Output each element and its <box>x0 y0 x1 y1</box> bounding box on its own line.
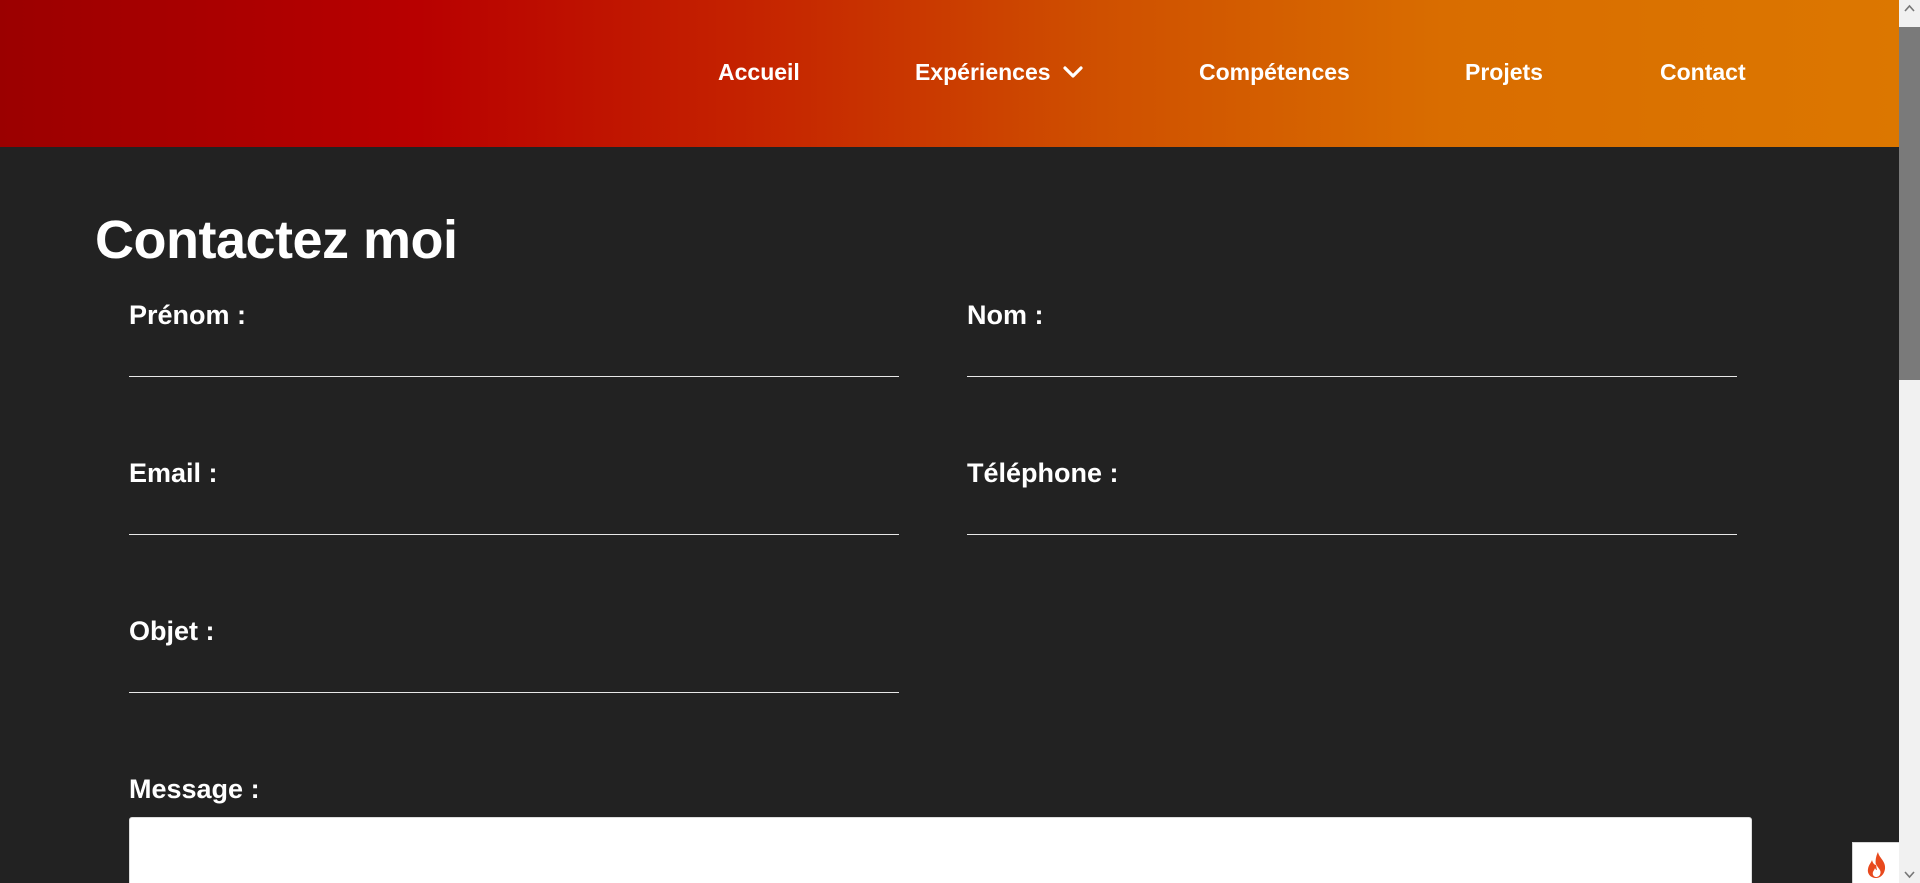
nav-item-contact[interactable]: Contact <box>1660 54 1746 90</box>
flame-icon <box>1867 852 1886 878</box>
objet-input[interactable] <box>129 654 899 693</box>
nav-item-experiences[interactable]: Expériences <box>915 54 1083 90</box>
nav-item-projets[interactable]: Projets <box>1465 54 1543 90</box>
flame-widget-button[interactable] <box>1852 842 1899 883</box>
prenom-field-group: Prénom : <box>129 298 899 388</box>
scroll-down-button[interactable] <box>1899 866 1920 883</box>
objet-field-group: Objet : <box>129 614 899 704</box>
nav-item-label: Accueil <box>718 59 800 85</box>
objet-label: Objet : <box>129 616 215 646</box>
prenom-label: Prénom : <box>129 300 247 330</box>
main-nav: Accueil Expériences Compétences Projets … <box>0 54 1899 94</box>
page: Accueil Expériences Compétences Projets … <box>0 0 1920 883</box>
email-label: Email : <box>129 458 218 488</box>
nom-input[interactable] <box>967 338 1737 377</box>
nom-field-group: Nom : <box>967 298 1737 388</box>
page-title: Contactez moi <box>95 210 458 271</box>
telephone-label: Téléphone : <box>967 458 1119 488</box>
message-textarea[interactable] <box>129 817 1752 883</box>
page-scrollbar[interactable] <box>1899 0 1920 883</box>
nav-item-competences[interactable]: Compétences <box>1199 54 1350 90</box>
telephone-field-group: Téléphone : <box>967 456 1737 546</box>
nav-item-accueil[interactable]: Accueil <box>718 54 800 90</box>
site-header: Accueil Expériences Compétences Projets … <box>0 0 1899 147</box>
chevron-down-icon <box>1904 871 1915 879</box>
nav-item-label: Projets <box>1465 59 1543 85</box>
telephone-input[interactable] <box>967 496 1737 535</box>
message-label: Message : <box>129 774 260 804</box>
scrollbar-thumb[interactable] <box>1899 27 1920 380</box>
email-field-group: Email : <box>129 456 899 546</box>
chevron-up-icon <box>1904 4 1915 12</box>
nom-label: Nom : <box>967 300 1044 330</box>
nav-item-label: Contact <box>1660 59 1746 85</box>
nav-item-label: Compétences <box>1199 59 1350 85</box>
email-input[interactable] <box>129 496 899 535</box>
prenom-input[interactable] <box>129 338 899 377</box>
nav-item-label: Expériences <box>915 59 1051 85</box>
chevron-down-icon <box>1062 53 1083 89</box>
scroll-up-button[interactable] <box>1899 0 1920 17</box>
